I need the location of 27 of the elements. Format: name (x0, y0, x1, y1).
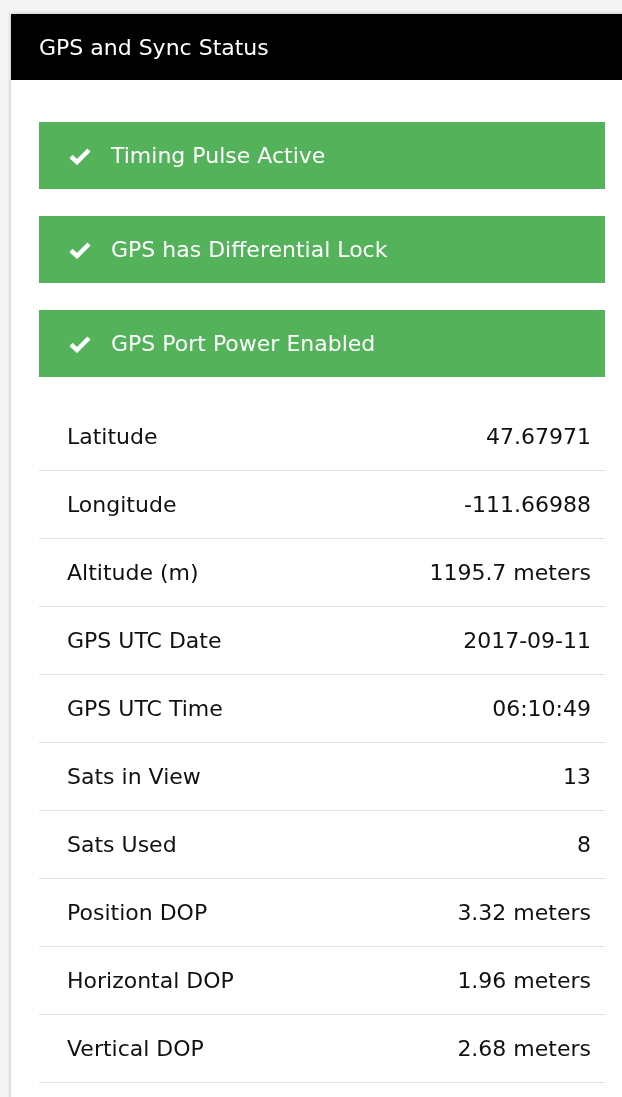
alert-text: GPS Port Power Enabled (111, 331, 376, 356)
row-label: Altitude (m) (67, 560, 199, 585)
row-value: 13 (563, 764, 591, 789)
row-value: 2017-09-11 (463, 628, 591, 653)
panel-title: GPS and Sync Status (39, 34, 269, 60)
row-label: Vertical DOP (67, 1036, 204, 1061)
row-value: 3.32 meters (457, 900, 591, 925)
row-label: GPS UTC Time (67, 696, 223, 721)
alert-text: Timing Pulse Active (111, 143, 326, 168)
row-label: GPS UTC Date (67, 628, 222, 653)
row-value: 1.96 meters (457, 968, 591, 993)
check-icon (69, 240, 91, 259)
row-value: 06:10:49 (492, 696, 591, 721)
row-value: 1195.7 meters (429, 560, 591, 585)
check-icon (69, 146, 91, 165)
row-label: Latitude (67, 424, 158, 449)
row-label: Horizontal DOP (67, 968, 234, 993)
row-value: 47.67971 (486, 424, 591, 449)
row-label: Longitude (67, 492, 177, 517)
row-value: 2.68 meters (457, 1036, 591, 1061)
check-icon (69, 334, 91, 353)
row-value: -111.66988 (464, 492, 591, 517)
alert-text: GPS has Differential Lock (111, 237, 388, 262)
row-label: Position DOP (67, 900, 208, 925)
row-value: 8 (577, 832, 591, 857)
row-label: Sats in View (67, 764, 201, 789)
row-label: Sats Used (67, 832, 177, 857)
